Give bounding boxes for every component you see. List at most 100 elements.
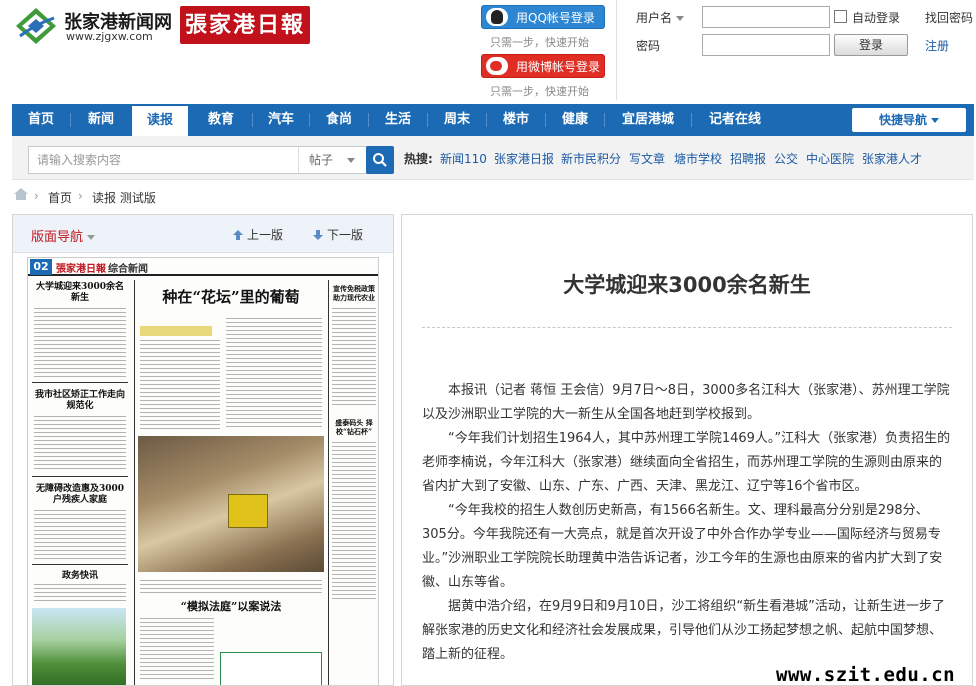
nav-item-home[interactable]: 首页 bbox=[12, 104, 70, 136]
article-region[interactable]: 种在“花坛”里的葡萄 bbox=[136, 286, 326, 307]
watermark: www.szit.edu.cn bbox=[776, 664, 956, 686]
article-paragraph: 本报讯（记者 蒋恒 王会信）9月7日～8日，3000多名江科大（张家港）、苏州理… bbox=[422, 383, 950, 422]
text-block bbox=[332, 308, 376, 408]
weibo-login-label: 用微博帐号登录 bbox=[516, 60, 601, 74]
hot-link[interactable]: 新市民积分 bbox=[561, 150, 621, 167]
paper-page-panel: 版面导航 上一版 下一版 02 張家港日報 综合新闻 大学城迎来3000余名新生… bbox=[12, 214, 394, 686]
qq-login-hint: 只需一步，快速开始 bbox=[490, 36, 589, 49]
breadcrumb-separator-icon: › bbox=[34, 189, 39, 203]
page-number: 02 bbox=[30, 259, 52, 275]
hot-link[interactable]: 公交 bbox=[774, 150, 798, 167]
article-region[interactable]: “模拟法庭”以案说法 bbox=[136, 598, 326, 614]
nav-item-health[interactable]: 健康 bbox=[546, 104, 604, 136]
nav-item-food[interactable]: 食尚 bbox=[310, 104, 368, 136]
nav-item-reporter-online[interactable]: 记者在线 bbox=[692, 104, 778, 136]
chevron-down-icon bbox=[87, 235, 96, 240]
search-icon bbox=[373, 153, 387, 167]
headline: 宣传免税政策助力现代农业 bbox=[333, 284, 375, 302]
nav-item-life[interactable]: 生活 bbox=[369, 104, 427, 136]
search-button[interactable] bbox=[366, 146, 394, 174]
auto-login-label: 自动登录 bbox=[852, 11, 901, 25]
search-bar: 请输入搜索内容 帖子 热搜: 新闻110 张家港日报 新市民积分 写文章 塘市学… bbox=[12, 136, 974, 180]
zjgxw-logo-icon bbox=[16, 8, 56, 44]
article-region[interactable]: 宣传免税政策助力现代农业 bbox=[330, 284, 378, 302]
hot-link[interactable]: 塘市学校 bbox=[674, 150, 722, 167]
forgot-password-link[interactable]: 找回密码 bbox=[925, 9, 973, 26]
article-region[interactable]: 政务快讯 bbox=[32, 568, 128, 581]
title-divider bbox=[422, 327, 952, 328]
article-region[interactable]: 我市社区矫正工作走向规范化 bbox=[32, 390, 128, 412]
hot-link[interactable]: 张家港人才 bbox=[862, 150, 922, 167]
column-rule bbox=[328, 280, 329, 685]
site-logo[interactable]: 张家港新闻网 www.zjgxw.com bbox=[14, 6, 174, 46]
headline: “模拟法庭”以案说法 bbox=[180, 600, 282, 613]
hot-link[interactable]: 新闻110 bbox=[440, 150, 487, 167]
weibo-login-hint: 只需一步，快速开始 bbox=[490, 85, 589, 98]
column-rule bbox=[32, 564, 128, 565]
article-region[interactable]: 大学城迎来3000余名新生 bbox=[32, 282, 128, 304]
arrow-down-icon bbox=[313, 230, 323, 240]
newspaper-section: 综合新闻 bbox=[108, 264, 148, 275]
paper-nav-header: 版面导航 上一版 下一版 bbox=[13, 215, 393, 253]
column-rule bbox=[32, 476, 128, 477]
nav-item-livable-city[interactable]: 宜居港城 bbox=[605, 104, 691, 136]
article-paragraph: “今年我校的招生人数创历史新高，有1566名新生。文、理科最高分分别是298分、… bbox=[422, 503, 943, 590]
quick-nav-dropdown[interactable]: 快捷导航 bbox=[852, 108, 966, 132]
text-block bbox=[140, 580, 322, 594]
headline: 盛泰码头 择校“钻石杯” bbox=[335, 418, 373, 436]
headline: 我市社区矫正工作走向规范化 bbox=[34, 390, 125, 411]
nav-item-news[interactable]: 新闻 bbox=[71, 104, 131, 136]
newspaper-page-header: 02 張家港日報 综合新闻 bbox=[28, 258, 378, 276]
username-label[interactable]: 用户名 bbox=[636, 9, 685, 26]
nav-item-read-paper[interactable]: 读报 bbox=[132, 106, 188, 136]
prev-page-button[interactable]: 上一版 bbox=[233, 226, 283, 243]
qq-login-label: 用QQ帐号登录 bbox=[516, 11, 595, 25]
text-block bbox=[140, 618, 214, 682]
password-input[interactable] bbox=[702, 34, 830, 56]
login-button[interactable]: 登录 bbox=[834, 34, 908, 56]
nav-item-auto[interactable]: 汽车 bbox=[253, 104, 309, 136]
article-region[interactable]: 盛泰码头 择校“钻石杯” bbox=[330, 418, 378, 436]
article-paragraph: 据黄中浩介绍，在9月9日和9月10日，沙工将组织“新生看港城”活动，让新生进一步… bbox=[422, 599, 945, 662]
forklift bbox=[228, 494, 268, 528]
chevron-down-icon bbox=[347, 158, 356, 163]
headline: 种在“花坛”里的葡萄 bbox=[162, 288, 300, 306]
home-icon[interactable] bbox=[14, 188, 28, 200]
qq-icon bbox=[486, 8, 508, 26]
text-block bbox=[34, 416, 126, 472]
nav-item-weekend[interactable]: 周末 bbox=[428, 104, 486, 136]
weibo-login-button[interactable]: 用微博帐号登录 bbox=[481, 54, 605, 78]
password-label: 密码 bbox=[636, 39, 661, 53]
arrow-up-icon bbox=[233, 230, 243, 240]
header-divider bbox=[616, 0, 617, 100]
article-panel: 大学城迎来3000余名新生 本报讯（记者 蒋恒 王会信）9月7日～8日，3000… bbox=[401, 214, 973, 686]
search-type-select[interactable]: 帖子 bbox=[298, 146, 372, 174]
chevron-down-icon bbox=[676, 16, 685, 21]
newspaper-page-image[interactable]: 02 張家港日報 综合新闻 大学城迎来3000余名新生 我市社区矫正工作走向规范… bbox=[27, 257, 379, 685]
hot-link[interactable]: 张家港日报 bbox=[494, 150, 554, 167]
next-page-button[interactable]: 下一版 bbox=[313, 226, 363, 243]
hot-link[interactable]: 中心医院 bbox=[806, 150, 854, 167]
nav-item-property[interactable]: 楼市 bbox=[487, 104, 545, 136]
hot-link[interactable]: 写文章 bbox=[629, 150, 665, 167]
column-rule bbox=[32, 382, 128, 383]
article-body: 本报讯（记者 蒋恒 王会信）9月7日～8日，3000多名江科大（张家港）、苏州理… bbox=[422, 379, 952, 667]
article-paragraph: “今年我们计划招生1964人，其中苏州理工学院1469人。”江科大（张家港）负责… bbox=[422, 431, 951, 494]
headline: 大学城迎来3000余名新生 bbox=[35, 282, 125, 303]
hot-link[interactable]: 招聘报 bbox=[730, 150, 766, 167]
auto-login-checkbox[interactable] bbox=[834, 10, 847, 23]
tag-strip bbox=[140, 326, 212, 336]
breadcrumb-separator-icon: › bbox=[78, 189, 83, 203]
nav-item-education[interactable]: 教育 bbox=[190, 104, 252, 136]
page-nav-dropdown[interactable]: 版面导航 bbox=[31, 226, 96, 245]
article-region[interactable]: 无障碍改造惠及3000户残疾人家庭 bbox=[32, 484, 128, 506]
headline: 政务快讯 bbox=[61, 571, 98, 581]
qq-login-button[interactable]: 用QQ帐号登录 bbox=[481, 5, 605, 29]
article-title: 大学城迎来3000余名新生 bbox=[563, 273, 811, 297]
username-input[interactable] bbox=[702, 6, 830, 28]
register-link[interactable]: 注册 bbox=[925, 37, 949, 54]
breadcrumb-home[interactable]: 首页 bbox=[48, 189, 72, 206]
paper-logo[interactable]: 張家港日報 bbox=[180, 6, 310, 44]
weibo-icon bbox=[486, 57, 508, 75]
headline: 无障碍改造惠及3000户残疾人家庭 bbox=[35, 484, 125, 505]
